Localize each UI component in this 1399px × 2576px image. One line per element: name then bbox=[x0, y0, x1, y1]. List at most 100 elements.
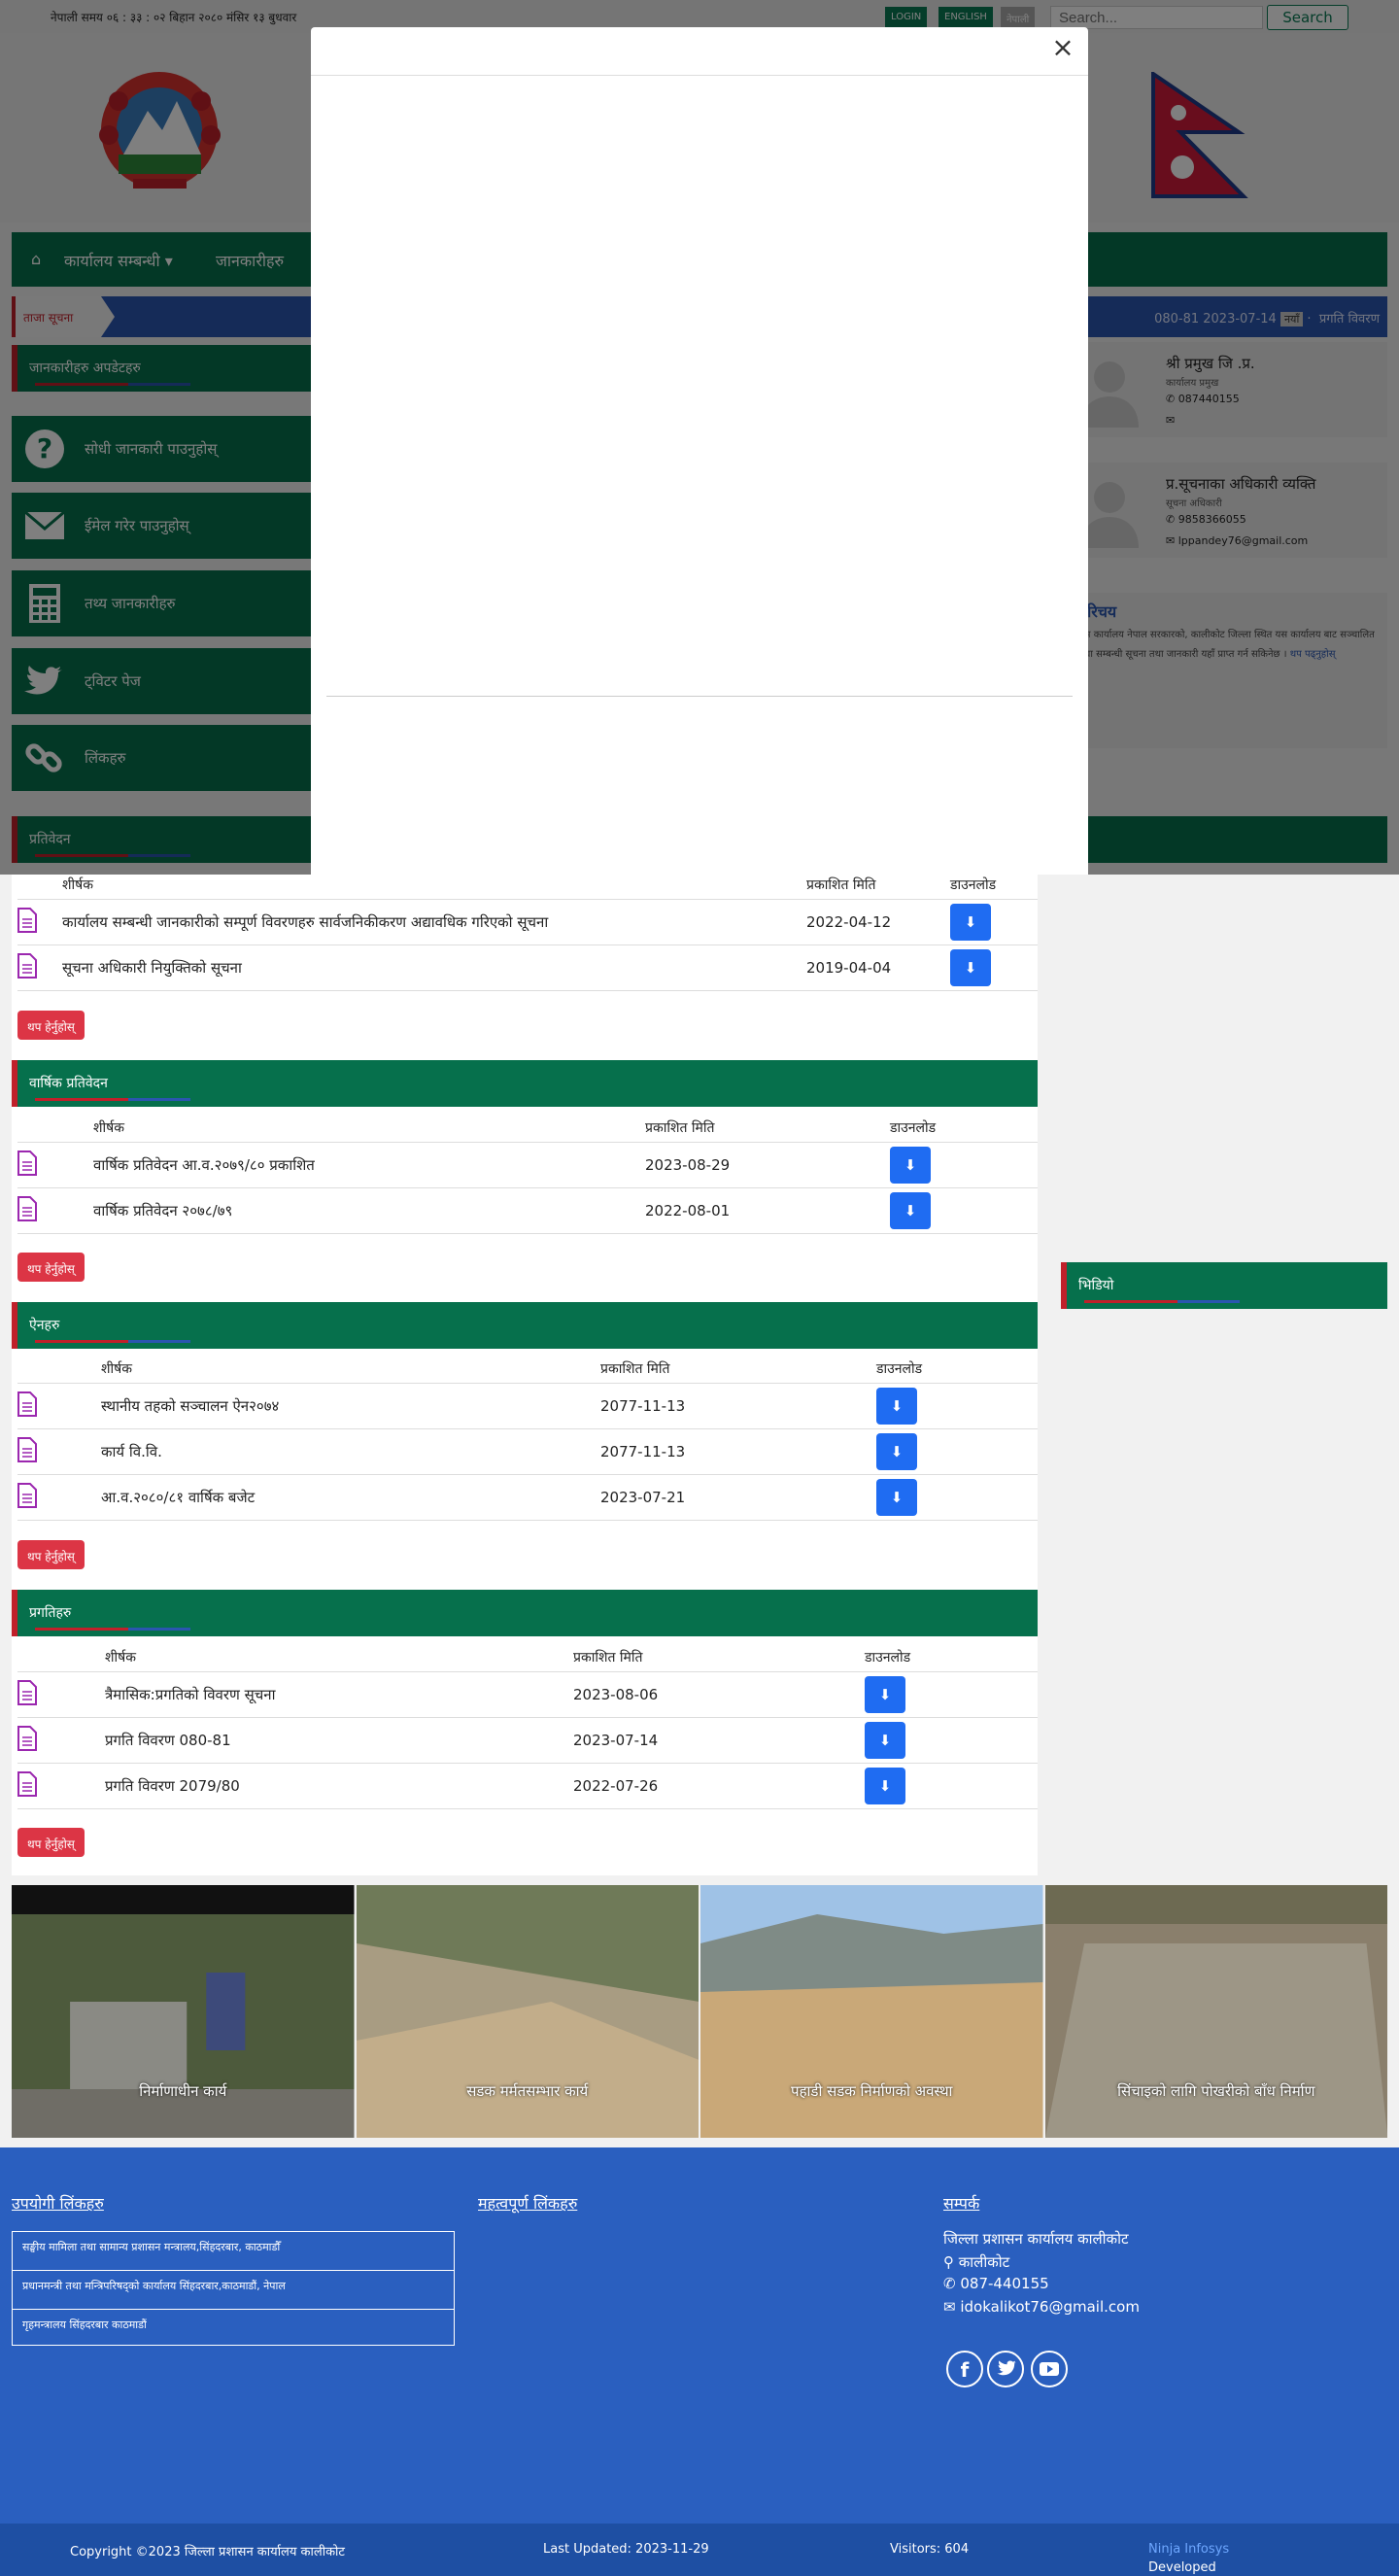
row-title[interactable]: स्थानीय तहको सञ्चालन ऐन२०७४ bbox=[101, 1383, 600, 1429]
view-more-button[interactable]: थप हेर्नुहोस् bbox=[17, 1828, 85, 1857]
gallery-caption: सिंचाइको लागि पोखरीको बाँध निर्माण bbox=[1117, 2082, 1315, 2100]
row-title[interactable]: वार्षिक प्रतिवेदन आ.व.२०७९/८० प्रकाशित bbox=[93, 1142, 645, 1188]
download-icon: ⬇ bbox=[964, 912, 977, 931]
download-icon: ⬇ bbox=[890, 1488, 904, 1506]
gallery-caption: पहाडी सडक निर्माणको अवस्था bbox=[791, 2082, 953, 2100]
gallery-item[interactable]: सडक मर्मतसम्भार कार्य bbox=[356, 1885, 699, 2138]
map-marker-icon: ⚲ bbox=[943, 2253, 954, 2271]
file-icon bbox=[17, 1195, 37, 1221]
download-icon: ⬇ bbox=[890, 1442, 904, 1460]
contact-title: सम्पर्क bbox=[943, 2194, 980, 2213]
modal-header: × bbox=[311, 27, 1088, 76]
download-table: शीर्षक प्रकाशित मिति डाउनलोड कार्यालय सम… bbox=[17, 872, 1038, 991]
download-button[interactable]: ⬇ bbox=[950, 948, 991, 986]
section-head-progress: प्रगतिहरु bbox=[12, 1590, 1038, 1636]
developed-by-label: Developed By: bbox=[1148, 2560, 1216, 2576]
gallery-caption: सडक मर्मतसम्भार कार्य bbox=[466, 2082, 589, 2100]
table-header: डाउनलोड bbox=[890, 1115, 1038, 1143]
row-date: 2077-11-13 bbox=[600, 1383, 876, 1429]
table-header bbox=[17, 1356, 101, 1384]
table-row: त्रैमासिक:प्रगतिको विवरण सूचना 2023-08-0… bbox=[17, 1671, 1038, 1718]
visitor-count: Visitors: 604 bbox=[890, 2542, 970, 2557]
row-title[interactable]: प्रगति विवरण 080-81 bbox=[105, 1717, 573, 1764]
modal-divider bbox=[326, 696, 1073, 697]
download-icon: ⬇ bbox=[878, 1731, 892, 1749]
useful-links-list: सङ्घीय मामिला तथा सामान्य प्रशासन मन्त्र… bbox=[12, 2231, 455, 2346]
table-header: शीर्षक bbox=[62, 872, 806, 900]
table-header: प्रकाशित मिति bbox=[645, 1115, 890, 1143]
twitter-icon[interactable] bbox=[987, 2351, 1024, 2387]
download-icon: ⬇ bbox=[904, 1201, 917, 1219]
gallery-item[interactable]: निर्माणाधीन कार्य bbox=[12, 1885, 355, 2138]
section-title: वार्षिक प्रतिवेदन bbox=[29, 1076, 108, 1091]
table-header: शीर्षक bbox=[105, 1644, 573, 1672]
section-head-acts: ऐनहरु bbox=[12, 1302, 1038, 1349]
video-section-title: भिडियो bbox=[1078, 1278, 1114, 1293]
contact-office: जिल्ला प्रशासन कार्यालय कालीकोट bbox=[943, 2230, 1129, 2248]
table-header: प्रकाशित मिति bbox=[600, 1356, 876, 1384]
useful-links-title: उपयोगी लिंकहरु bbox=[12, 2194, 104, 2213]
download-button[interactable]: ⬇ bbox=[865, 1767, 905, 1804]
gallery-item[interactable]: सिंचाइको लागि पोखरीको बाँध निर्माण bbox=[1044, 1885, 1387, 2138]
contact-phone: ✆ 087-440155 bbox=[943, 2275, 1049, 2292]
download-button[interactable]: ⬇ bbox=[865, 1721, 905, 1759]
row-date: 2023-08-29 bbox=[645, 1142, 890, 1188]
section-title: ऐनहरु bbox=[29, 1318, 60, 1333]
download-button[interactable]: ⬇ bbox=[865, 1675, 905, 1713]
download-button[interactable]: ⬇ bbox=[890, 1191, 931, 1229]
row-title[interactable]: प्रगति विवरण 2079/80 bbox=[105, 1763, 573, 1809]
phone-icon: ✆ bbox=[943, 2275, 956, 2292]
copyright-text: Copyright ©2023 जिल्ला प्रशासन कार्यालय … bbox=[70, 2545, 345, 2559]
contact-email-text: idokalikot76@gmail.com bbox=[960, 2298, 1140, 2316]
footer-link[interactable]: गृहमन्त्रालय सिंहदरबार काठमाडौं bbox=[13, 2310, 454, 2345]
footer-link[interactable]: प्रधानमन्त्री तथा मन्त्रिपरिषद्को कार्या… bbox=[13, 2271, 454, 2310]
table-header: प्रकाशित मिति bbox=[806, 872, 950, 900]
row-title[interactable]: वार्षिक प्रतिवेदन २०७८/७९ bbox=[93, 1187, 645, 1234]
table-row: कार्यालय सम्बन्धी जानकारीको सम्पूर्ण विव… bbox=[17, 899, 1038, 945]
row-date: 2022-08-01 bbox=[645, 1187, 890, 1234]
youtube-icon[interactable] bbox=[1031, 2351, 1068, 2387]
row-title[interactable]: सूचना अधिकारी नियुक्तिको सूचना bbox=[62, 945, 806, 991]
download-icon: ⬇ bbox=[904, 1155, 917, 1174]
last-updated: Last Updated: 2023-11-29 bbox=[543, 2542, 709, 2557]
bottom-bar: Copyright ©2023 जिल्ला प्रशासन कार्यालय … bbox=[0, 2524, 1399, 2576]
table-row: स्थानीय तहको सञ्चालन ऐन२०७४ 2077-11-13 ⬇ bbox=[17, 1383, 1038, 1429]
modal-dialog: × bbox=[311, 27, 1088, 875]
view-more-button[interactable]: थप हेर्नुहोस् bbox=[17, 1540, 85, 1569]
video-section-head: भिडियो bbox=[1061, 1262, 1387, 1309]
contact-email[interactable]: ✉ idokalikot76@gmail.com bbox=[943, 2298, 1140, 2316]
table-header: शीर्षक bbox=[101, 1356, 600, 1384]
developer-link[interactable]: Ninja Infosys bbox=[1148, 2542, 1229, 2557]
view-more-button[interactable]: थप हेर्नुहोस् bbox=[17, 1253, 85, 1282]
svg-text:f: f bbox=[961, 2358, 970, 2382]
important-links-title: महत्वपूर्ण लिंकहरु bbox=[478, 2194, 578, 2213]
section-title: प्रगतिहरु bbox=[29, 1605, 72, 1621]
developer-credit: Developed By: Ninja Infosys bbox=[1148, 2542, 1229, 2576]
download-button[interactable]: ⬇ bbox=[876, 1387, 917, 1425]
view-more-button[interactable]: थप हेर्नुहोस् bbox=[17, 1011, 85, 1040]
row-title[interactable]: त्रैमासिक:प्रगतिको विवरण सूचना bbox=[105, 1671, 573, 1718]
table-header bbox=[17, 1115, 93, 1143]
row-date: 2022-04-12 bbox=[806, 899, 950, 945]
contact-address-text: कालीकोट bbox=[958, 2253, 1010, 2271]
row-title[interactable]: कार्य वि.वि. bbox=[101, 1428, 600, 1475]
download-button[interactable]: ⬇ bbox=[890, 1146, 931, 1184]
row-date: 2023-08-06 bbox=[573, 1671, 865, 1718]
download-button[interactable]: ⬇ bbox=[876, 1432, 917, 1470]
file-icon bbox=[17, 1150, 37, 1176]
file-icon bbox=[17, 1482, 37, 1508]
download-button[interactable]: ⬇ bbox=[876, 1478, 917, 1516]
row-title[interactable]: कार्यालय सम्बन्धी जानकारीको सम्पूर्ण विव… bbox=[62, 899, 806, 945]
file-icon bbox=[17, 1725, 37, 1751]
gallery-item[interactable]: पहाडी सडक निर्माणको अवस्था bbox=[700, 1885, 1043, 2138]
footer-link[interactable]: सङ्घीय मामिला तथा सामान्य प्रशासन मन्त्र… bbox=[13, 2232, 454, 2271]
table-header: डाउनलोड bbox=[950, 872, 1038, 900]
file-icon bbox=[17, 1436, 37, 1462]
facebook-icon[interactable]: f bbox=[946, 2351, 983, 2387]
row-date: 2023-07-21 bbox=[600, 1474, 876, 1521]
close-icon[interactable]: × bbox=[1051, 34, 1075, 61]
row-title[interactable]: आ.व.२०८०/८१ वार्षिक बजेट bbox=[101, 1474, 600, 1521]
download-button[interactable]: ⬇ bbox=[950, 903, 991, 941]
contact-address: ⚲ कालीकोट bbox=[943, 2252, 1009, 2272]
site-footer: उपयोगी लिंकहरु सङ्घीय मामिला तथा सामान्य… bbox=[0, 2147, 1399, 2524]
